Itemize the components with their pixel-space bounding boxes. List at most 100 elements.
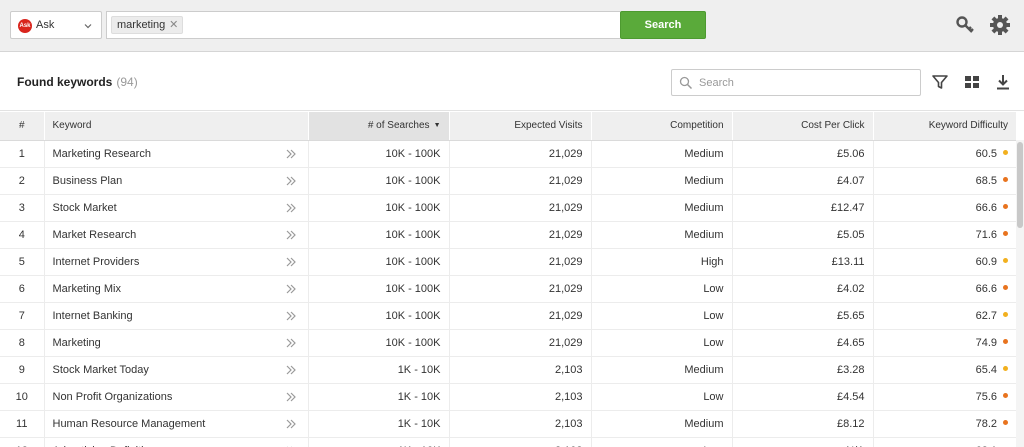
double-chevron-right-icon[interactable]: [286, 338, 296, 348]
grid-icon[interactable]: [963, 73, 981, 91]
searches-cell: 10K - 100K: [307, 167, 449, 195]
expected-visits-cell: 21,029: [448, 221, 591, 249]
table-row[interactable]: 3 Stock Market 10K - 100K 21,029 Medium £12.4…: [0, 194, 1016, 222]
difficulty-cell: 60.9: [872, 248, 1016, 276]
searches-cell-text: 10K - 100K: [385, 201, 441, 214]
double-chevron-right-icon[interactable]: [286, 284, 296, 294]
difficulty-cell: 66.6: [872, 275, 1016, 303]
col-header-cost-per-click[interactable]: Cost Per Click: [731, 112, 873, 141]
gear-icon[interactable]: [989, 14, 1011, 36]
keyword-cell-text: Stock Market Today: [52, 363, 149, 376]
keyword-cell[interactable]: Business Plan: [43, 167, 308, 195]
double-chevron-right-icon[interactable]: [286, 203, 296, 213]
double-chevron-right-icon[interactable]: [286, 392, 296, 402]
keyword-cell[interactable]: Market Research: [43, 221, 308, 249]
scrollbar-thumb[interactable]: [1017, 142, 1023, 228]
col-header-keyword[interactable]: Keyword: [43, 112, 308, 141]
cost-per-click-cell-text: £5.65: [836, 309, 865, 322]
row-number-text: 8: [18, 336, 25, 349]
cost-per-click-cell: £4.07: [731, 167, 873, 195]
download-icon[interactable]: [994, 73, 1012, 91]
keyword-cell[interactable]: Human Resource Management: [43, 410, 308, 438]
double-chevron-right-icon[interactable]: [286, 149, 296, 159]
difficulty-indicator-dot: [1003, 366, 1008, 372]
filter-search-box[interactable]: [671, 69, 921, 96]
table-row[interactable]: 10 Non Profit Organizations 1K - 10K 2,103 L…: [0, 383, 1016, 411]
keyword-cell-text: Marketing: [52, 336, 101, 349]
col-header-number[interactable]: #: [0, 112, 44, 141]
table-row[interactable]: 8 Marketing 10K - 100K 21,029 Low £4.65 74.9: [0, 329, 1016, 357]
double-chevron-right-icon[interactable]: [286, 365, 296, 375]
searches-cell-text: 10K - 100K: [385, 174, 441, 187]
cost-per-click-cell: N/A: [731, 437, 873, 447]
searches-cell-text: 10K - 100K: [385, 255, 441, 268]
keyword-cell[interactable]: Marketing: [43, 329, 308, 357]
table-row[interactable]: 7 Internet Banking 10K - 100K 21,029 Low £5.6…: [0, 302, 1016, 330]
searches-cell: 10K - 100K: [307, 275, 449, 303]
expected-visits-cell-text: 21,029: [548, 309, 583, 322]
table-row[interactable]: 5 Internet Providers 10K - 100K 21,029 High £…: [0, 248, 1016, 276]
keyword-cell[interactable]: Advertising Definition: [43, 437, 308, 447]
chevron-down-icon: [84, 24, 92, 29]
difficulty-cell: 71.6: [872, 221, 1016, 249]
cost-per-click-cell: £12.47: [731, 194, 873, 222]
keyword-cell[interactable]: Internet Banking: [43, 302, 308, 330]
col-header-expected-visits[interactable]: Expected Visits: [448, 112, 591, 141]
search-engine-select[interactable]: Ask Ask: [10, 11, 102, 39]
keyword-cell-text: Internet Banking: [52, 309, 133, 322]
competition-cell-text: Low: [703, 282, 724, 295]
search-button[interactable]: Search: [620, 11, 706, 39]
keyword-cell[interactable]: Marketing Research: [43, 140, 308, 168]
keyword-cell[interactable]: Marketing Mix: [43, 275, 308, 303]
row-number-text: 9: [18, 363, 25, 376]
double-chevron-right-icon[interactable]: [286, 419, 296, 429]
row-number: 7: [0, 302, 44, 330]
difficulty-indicator-dot: [1003, 312, 1008, 318]
cost-per-click-cell: £4.65: [731, 329, 873, 357]
table-row[interactable]: 12Advertising Definition1K - 10K2,103Low…: [0, 437, 1016, 447]
table-row[interactable]: 1 Marketing Research 10K - 100K 21,029 Mediu…: [0, 140, 1016, 168]
table-row[interactable]: 6 Marketing Mix 10K - 100K 21,029 Low £4.02 66…: [0, 275, 1016, 303]
keyword-cell-text: Human Resource Management: [52, 417, 206, 430]
competition-cell: Low: [590, 329, 732, 357]
keyword-cell[interactable]: Stock Market: [43, 194, 308, 222]
cost-per-click-cell: £5.65: [731, 302, 873, 330]
remove-tag-icon[interactable]: ✕: [169, 17, 178, 33]
competition-cell-text: Low: [703, 336, 724, 349]
table-row[interactable]: 11 Human Resource Management 1K - 10K 2,103…: [0, 410, 1016, 438]
competition-cell: Medium: [590, 410, 732, 438]
table-scrollbar[interactable]: [1016, 140, 1024, 447]
double-chevron-right-icon[interactable]: [286, 176, 296, 186]
competition-cell-text: Low: [703, 390, 724, 403]
row-number: 12: [0, 437, 44, 447]
difficulty-cell: 62.7: [872, 302, 1016, 330]
cost-per-click-cell-text: £12.47: [830, 201, 865, 214]
double-chevron-right-icon[interactable]: [286, 257, 296, 267]
double-chevron-right-icon[interactable]: [286, 311, 296, 321]
key-icon[interactable]: [954, 14, 976, 36]
cost-per-click-cell-text: £13.11: [831, 255, 865, 268]
expected-visits-cell: 21,029: [448, 275, 591, 303]
search-input[interactable]: [699, 74, 909, 91]
row-number: 8: [0, 329, 44, 357]
table-row[interactable]: 4 Market Research 10K - 100K 21,029 Medium £5…: [0, 221, 1016, 249]
cost-per-click-cell: £4.02: [731, 275, 873, 303]
expected-visits-cell-text: 2,103: [554, 390, 583, 403]
keyword-cell[interactable]: Stock Market Today: [43, 356, 308, 384]
searches-cell: 10K - 100K: [307, 221, 449, 249]
searches-cell: 10K - 100K: [307, 302, 449, 330]
table-row[interactable]: 2 Business Plan 10K - 100K 21,029 Medium £4.0…: [0, 167, 1016, 195]
keyword-query-input[interactable]: marketing ✕: [106, 11, 620, 39]
col-header-competition[interactable]: Competition: [590, 112, 732, 141]
keyword-cell[interactable]: Internet Providers: [43, 248, 308, 276]
filter-icon[interactable]: [931, 73, 949, 91]
table-row[interactable]: 9 Stock Market Today 1K - 10K 2,103 Medium £3…: [0, 356, 1016, 384]
row-number: 6: [0, 275, 44, 303]
keyword-cell[interactable]: Non Profit Organizations: [43, 383, 308, 411]
row-number: 2: [0, 167, 44, 195]
query-tag-label: marketing: [117, 19, 166, 31]
col-header-searches[interactable]: # of Searches ▼: [307, 112, 449, 141]
double-chevron-right-icon[interactable]: [286, 230, 296, 240]
col-header-keyword-difficulty[interactable]: Keyword Difficulty: [872, 112, 1016, 141]
searches-cell-text: 10K - 100K: [385, 228, 441, 241]
